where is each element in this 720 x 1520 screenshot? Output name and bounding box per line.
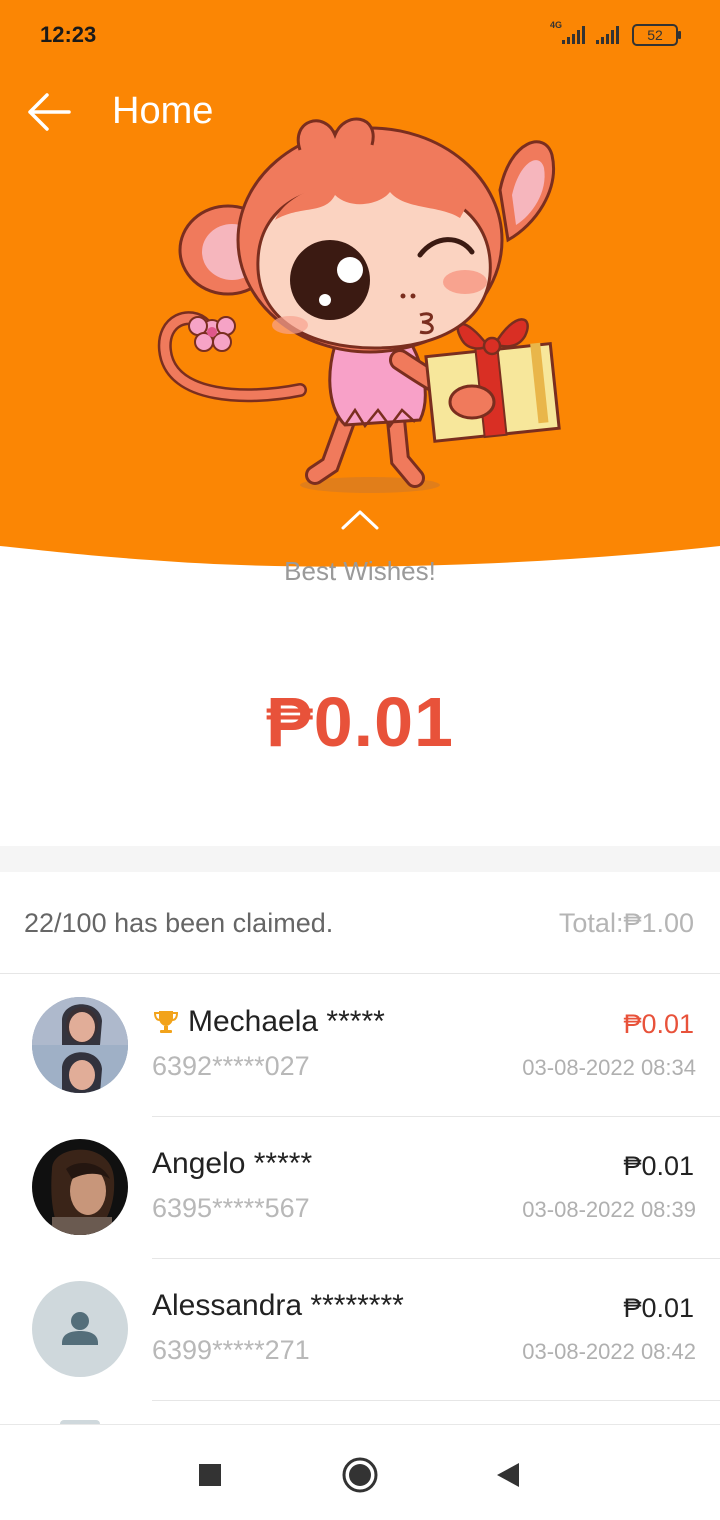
row-divider — [152, 1400, 720, 1401]
claims-list: Mechaela ***** 6392*****027 ₱0.01 03-08-… — [0, 975, 720, 1401]
claim-time: 03-08-2022 08:39 — [522, 1197, 696, 1222]
battery-icon: 52 — [632, 24, 681, 46]
claimer-phone: 6395*****567 — [152, 1193, 310, 1223]
claimer-name-line: Mechaela ***** — [152, 1005, 385, 1039]
claimer-phone: 6392*****027 — [152, 1051, 310, 1081]
claimer-name-line: Angelo ***** — [152, 1147, 312, 1181]
square-icon — [199, 1464, 221, 1486]
triangle-back-icon — [497, 1463, 519, 1487]
home-button[interactable] — [338, 1453, 382, 1497]
circle-icon — [342, 1457, 378, 1493]
system-nav-bar — [0, 1424, 720, 1520]
status-icons: 4G 52 — [550, 20, 681, 46]
list-item[interactable]: Alessandra ******** 6399*****271 ₱0.01 0… — [0, 1259, 720, 1401]
collapse-button[interactable] — [336, 502, 384, 538]
back-button[interactable] — [20, 88, 76, 136]
received-amount: ₱0.01 — [266, 683, 454, 761]
header: 12:23 4G 52 Home — [0, 0, 720, 580]
list-item[interactable]: Angelo ***** 6395*****567 ₱0.01 03-08-20… — [0, 1117, 720, 1259]
claim-summary: 22/100 has been claimed. Total:₱1.00 — [0, 872, 720, 974]
claimer-name-line: Alessandra ******** — [152, 1289, 404, 1323]
wishes-text: Best Wishes! — [284, 556, 436, 586]
claimer-name: Angelo ***** — [152, 1147, 313, 1180]
monkey-gift-illustration — [157, 117, 561, 493]
trophy-icon — [153, 1011, 179, 1033]
section-divider — [0, 846, 720, 872]
avatar — [32, 1139, 128, 1235]
list-item[interactable]: Mechaela ***** 6392*****027 ₱0.01 03-08-… — [0, 975, 720, 1117]
avatar — [32, 997, 128, 1093]
default-user-icon — [32, 1281, 128, 1377]
signal-icon-1 — [562, 26, 585, 44]
battery-level: 52 — [647, 27, 663, 43]
claim-amount: ₱0.01 — [623, 1151, 694, 1181]
recents-button[interactable] — [188, 1453, 232, 1497]
status-time: 12:23 — [40, 22, 97, 47]
claimer-name: Alessandra ******** — [152, 1289, 404, 1322]
nav-back-button[interactable] — [486, 1453, 530, 1497]
arrow-left-icon — [28, 93, 71, 131]
signal-icon-2 — [596, 26, 619, 44]
claimer-name: Mechaela ***** — [188, 1005, 385, 1038]
avatar — [32, 1281, 128, 1377]
claim-amount: ₱0.01 — [623, 1293, 694, 1323]
claim-time: 03-08-2022 08:42 — [522, 1339, 696, 1364]
chevron-up-icon — [341, 510, 379, 530]
status-bar: 12:23 4G 52 — [0, 0, 720, 70]
total-amount: Total:₱1.00 — [558, 908, 694, 938]
claim-amount: ₱0.01 — [623, 1009, 694, 1039]
claimed-count: 22/100 has been claimed. — [24, 908, 334, 938]
network-type-label: 4G — [550, 20, 562, 30]
claimer-phone: 6399*****271 — [152, 1335, 310, 1365]
claim-time: 03-08-2022 08:34 — [522, 1055, 696, 1080]
